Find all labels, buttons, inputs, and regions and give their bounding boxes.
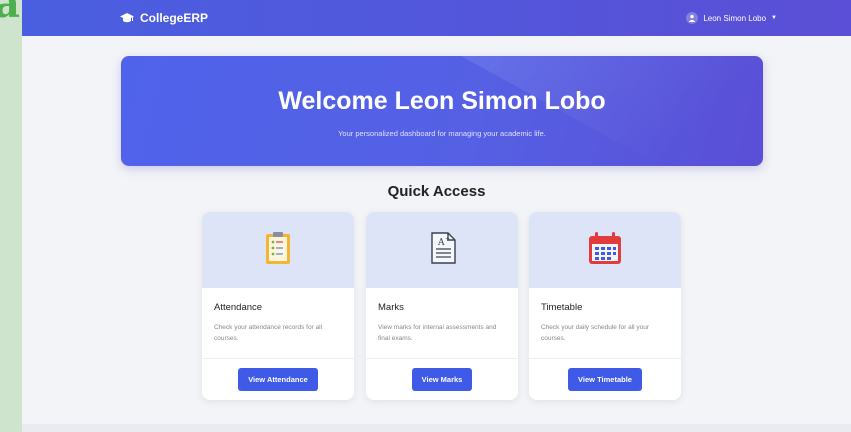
svg-text:A: A xyxy=(437,238,445,248)
card-footer: View Timetable xyxy=(529,358,681,400)
view-attendance-button[interactable]: View Attendance xyxy=(238,368,318,391)
welcome-title: Welcome Leon Simon Lobo xyxy=(278,87,606,115)
clipboard-checklist-icon xyxy=(265,231,291,269)
card-header xyxy=(529,212,681,288)
graded-paper-icon: A + xyxy=(426,231,458,269)
card-footer: View Marks xyxy=(366,358,518,400)
card-description: Check your attendance records for all co… xyxy=(214,324,323,342)
card-header xyxy=(202,212,354,288)
left-background-strip: astic xyxy=(0,0,104,432)
quick-access-title: Quick Access xyxy=(387,183,486,200)
welcome-subtitle: Your personalized dashboard for managing… xyxy=(338,129,546,138)
marks-card: A + Marks View marks for internal assess… xyxy=(366,212,518,400)
app-window: CollegeERP Leon Simon Lobo ▼ Welcome Leo… xyxy=(22,0,851,432)
card-header: A + xyxy=(366,212,518,288)
card-description: Check your daily schedule for all your c… xyxy=(541,324,650,342)
card-title: Timetable xyxy=(541,302,583,313)
card-title: Marks xyxy=(378,302,404,313)
timetable-card: Timetable Check your daily schedule for … xyxy=(529,212,681,400)
user-avatar-icon xyxy=(686,12,699,24)
card-footer: View Attendance xyxy=(202,358,354,400)
svg-text:+: + xyxy=(445,236,450,243)
welcome-banner: Welcome Leon Simon Lobo Your personalize… xyxy=(121,56,763,166)
user-name: Leon Simon Lobo xyxy=(703,13,767,23)
attendance-card: Attendance Check your attendance records… xyxy=(202,212,354,400)
calendar-icon xyxy=(587,230,623,270)
navbar: CollegeERP Leon Simon Lobo ▼ xyxy=(22,0,851,36)
chevron-down-icon: ▼ xyxy=(771,15,777,21)
card-body: Attendance Check your attendance records… xyxy=(202,288,354,358)
card-description: View marks for internal assessments and … xyxy=(378,324,497,342)
brand-link[interactable]: CollegeERP xyxy=(120,11,208,25)
page-footer xyxy=(22,424,851,432)
card-body: Marks View marks for internal assessment… xyxy=(366,288,518,358)
view-timetable-button[interactable]: View Timetable xyxy=(568,368,642,391)
view-marks-button[interactable]: View Marks xyxy=(411,368,473,391)
card-title: Attendance xyxy=(214,302,263,313)
user-menu-toggle[interactable]: Leon Simon Lobo ▼ xyxy=(686,12,777,24)
graduation-cap-icon xyxy=(120,12,134,24)
brand-name: CollegeERP xyxy=(140,11,209,25)
card-body: Timetable Check your daily schedule for … xyxy=(529,288,681,358)
